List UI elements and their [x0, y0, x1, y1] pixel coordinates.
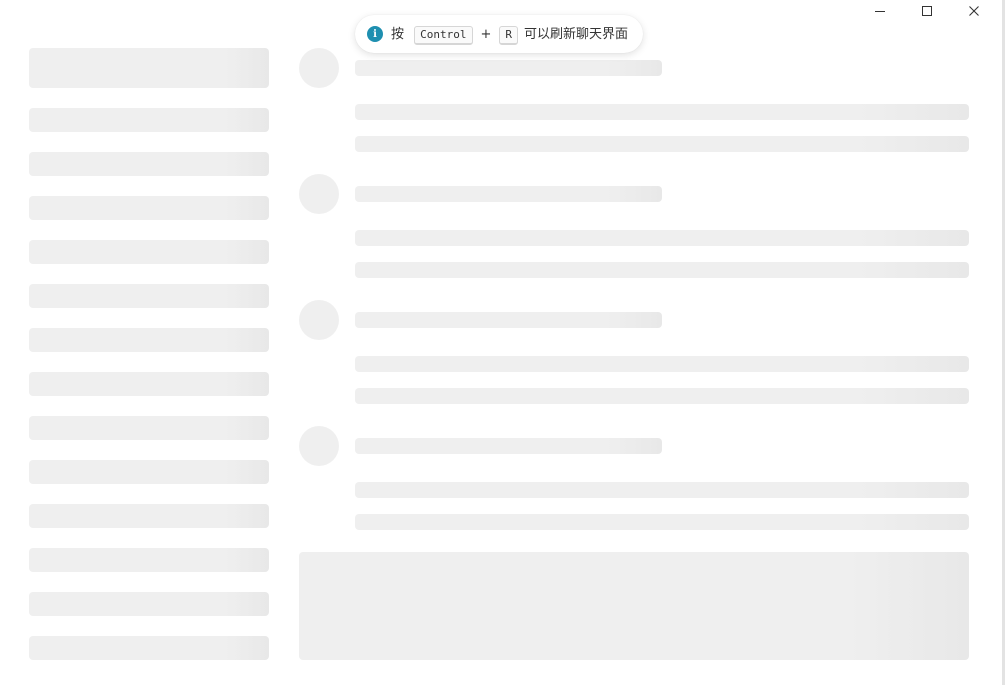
message-line-placeholder	[355, 136, 969, 152]
close-icon	[968, 6, 979, 16]
toast-suffix: 可以刷新聊天界面	[524, 27, 629, 42]
sidebar-item-placeholder	[29, 196, 269, 220]
message-line-placeholder	[355, 514, 969, 530]
sidebar-item-placeholder	[29, 372, 269, 396]
sidebar-header-placeholder	[29, 48, 269, 88]
minimize-button[interactable]	[856, 0, 903, 22]
sidebar-item-placeholder	[29, 152, 269, 176]
message-name-placeholder	[355, 60, 662, 76]
message-line-placeholder	[355, 356, 969, 372]
sidebar-item-placeholder	[29, 636, 269, 660]
window-controls	[856, 0, 997, 22]
toast-plus: +	[480, 27, 492, 42]
close-button[interactable]	[950, 0, 997, 22]
message-line-placeholder	[355, 230, 969, 246]
message-name-placeholder	[355, 438, 662, 454]
composer-placeholder	[299, 552, 969, 660]
message-line-placeholder	[355, 482, 969, 498]
sidebar-item-placeholder	[29, 548, 269, 572]
key-control: Control	[414, 26, 473, 45]
maximize-button[interactable]	[903, 0, 950, 22]
message-name-placeholder	[355, 186, 662, 202]
info-icon: i	[367, 26, 383, 42]
message-name-placeholder	[355, 312, 662, 328]
minimize-icon	[874, 11, 885, 12]
avatar-placeholder	[299, 300, 339, 340]
app-window: i 按 Control + R 可以刷新聊天界面	[0, 0, 1005, 685]
maximize-icon	[921, 6, 932, 16]
avatar-placeholder	[299, 48, 339, 88]
sidebar-item-placeholder	[29, 108, 269, 132]
toast-prefix: 按	[391, 27, 405, 42]
sidebar-item-placeholder	[29, 240, 269, 264]
sidebar-item-placeholder	[29, 328, 269, 352]
sidebar-item-placeholder	[29, 592, 269, 616]
key-r: R	[499, 26, 519, 45]
sidebar-item-placeholder	[29, 416, 269, 440]
avatar-placeholder	[299, 426, 339, 466]
sidebar-item-placeholder	[29, 504, 269, 528]
refresh-hint-toast: i 按 Control + R 可以刷新聊天界面	[355, 15, 643, 53]
avatar-placeholder	[299, 174, 339, 214]
toast-message: 按 Control + R 可以刷新聊天界面	[391, 23, 628, 45]
message-line-placeholder	[355, 104, 969, 120]
sidebar-item-placeholder	[29, 460, 269, 484]
message-line-placeholder	[355, 262, 969, 278]
message-line-placeholder	[355, 388, 969, 404]
sidebar-item-placeholder	[29, 284, 269, 308]
